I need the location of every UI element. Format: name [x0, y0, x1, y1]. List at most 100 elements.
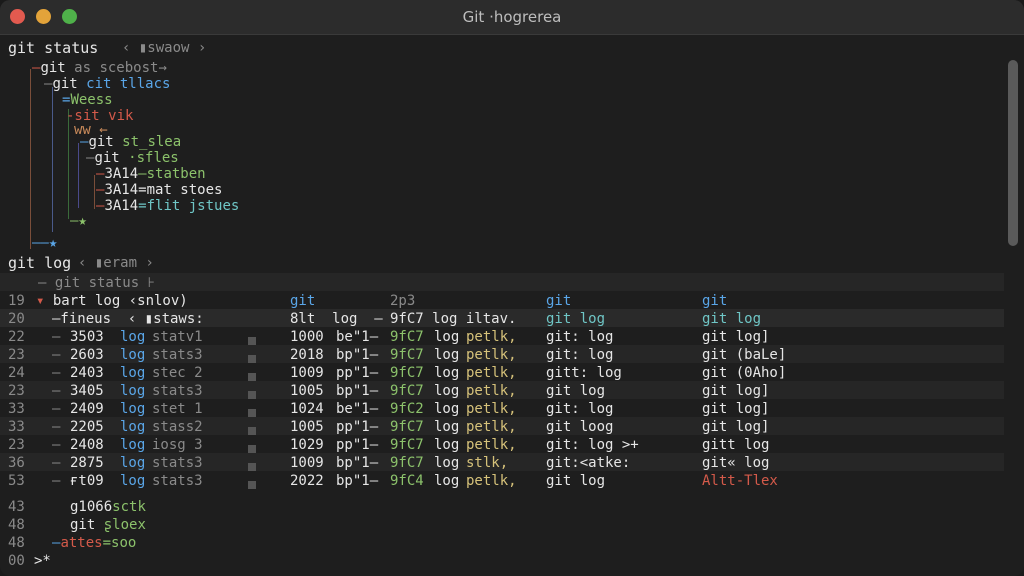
log-cell-t: petlk,: [466, 365, 517, 381]
log-cell-l: log: [434, 401, 460, 417]
log-cell-w: log: [120, 347, 146, 363]
log-cell-g2: git« log: [702, 455, 770, 471]
scrollbar-thumb[interactable]: [1008, 60, 1018, 246]
log-cell-w: log: [120, 455, 146, 471]
log-cell-id: 2205: [70, 419, 104, 435]
tree-line: [78, 143, 79, 208]
log-cell-w: log: [120, 473, 146, 489]
log-cell-g1: git: log: [546, 347, 614, 363]
log-cell-t: stlk,: [466, 455, 509, 471]
log-cell-g1: git loog: [546, 419, 614, 435]
log-cell-num: 33: [8, 419, 25, 435]
prompt-symbol[interactable]: >*: [34, 553, 51, 569]
log-cell-s: stass2: [152, 419, 203, 435]
log-cell-t: petlk,: [466, 473, 517, 489]
log-cell-w: log: [120, 401, 146, 417]
log-cell-op: pp"1–: [336, 437, 379, 453]
log-cell-op: be"1–: [336, 329, 379, 345]
log-cell-g1: git: log: [546, 401, 614, 417]
log-cell-op: be"1–: [336, 401, 379, 417]
status-command: git status: [8, 39, 99, 57]
log-cell-g1: git: log >+: [546, 437, 639, 453]
log-cell-l: log: [434, 383, 460, 399]
row-marker: [248, 351, 256, 367]
log-cell-l: log: [434, 329, 460, 345]
log-cell-l: log: [434, 347, 460, 363]
log-cell-t: petlk,: [466, 347, 517, 363]
log-command: git log: [8, 254, 72, 272]
log-cell-op: bp"1–: [336, 347, 379, 363]
log-cell-id: 3503: [70, 329, 104, 345]
status-tag: ‹ ▮swaow ›: [122, 40, 207, 56]
log-cell-w: log: [120, 365, 146, 381]
log-cell-g1: gitt: log: [546, 365, 622, 381]
log-cell-w: log: [120, 383, 146, 399]
log-cell-s: statv1: [152, 329, 203, 345]
log-cell-s: stats3: [152, 473, 203, 489]
log-cell-s: stet 1: [152, 401, 203, 417]
log-cell-s: stec 2: [152, 365, 203, 381]
log-cell-g2: git log]: [702, 419, 770, 435]
log-cell-l: log: [434, 473, 460, 489]
log-cell-g2: gitt log: [702, 437, 770, 453]
log-cell-n: 1005: [290, 419, 324, 435]
log-cell-g1: git:<atke:: [546, 455, 631, 471]
log-cell-num: 24: [8, 365, 25, 381]
log-cell-id: 2603: [70, 347, 104, 363]
log-cell-h: 9fC4: [390, 473, 424, 489]
terminal-output[interactable]: git status ‹ ▮swaow › —git as scebost→ —…: [0, 35, 1004, 576]
log-cell-n: 1000: [290, 329, 324, 345]
log-cell-id: 2875: [70, 455, 104, 471]
log-cell-n: 2018: [290, 347, 324, 363]
log-cell-num: 36: [8, 455, 25, 471]
log-cell-t: petlk,: [466, 437, 517, 453]
log-cell-n: 1009: [290, 455, 324, 471]
log-cell-t: petlk,: [466, 419, 517, 435]
log-cell-n: 1029: [290, 437, 324, 453]
log-cell-num: 23: [8, 383, 25, 399]
row-marker: [248, 459, 256, 475]
tree-line: [94, 175, 95, 209]
terminal-window: Git ·hogrerea git status ‹ ▮swaow › —git…: [0, 0, 1024, 576]
row-marker: [248, 423, 256, 439]
log-cell-h: 9fC7: [390, 455, 424, 471]
log-cell-n: 1009: [290, 365, 324, 381]
log-cell-w: log: [120, 419, 146, 435]
log-cell-n: 1005: [290, 383, 324, 399]
log-cell-id: 2403: [70, 365, 104, 381]
log-cell-id: ғt09: [70, 473, 104, 489]
log-cell-n: 1024: [290, 401, 324, 417]
log-cell-l: log: [434, 419, 460, 435]
log-subheader: — git status ⊦: [38, 275, 155, 291]
log-cell-s: stats3: [152, 455, 203, 471]
log-cell-num: 22: [8, 329, 25, 345]
log-cell-op: bp"1–: [336, 473, 379, 489]
log-cell-g2: git log]: [702, 329, 770, 345]
log-cell-w: log: [120, 437, 146, 453]
log-cell-l: log: [434, 455, 460, 471]
log-cell-g2: git log]: [702, 401, 770, 417]
log-cell-t: petlk,: [466, 383, 517, 399]
tree-line: [68, 109, 69, 219]
title-bar: Git ·hogrerea: [0, 0, 1024, 35]
log-cell-h: 9fC7: [390, 419, 424, 435]
row-marker: [248, 477, 256, 493]
log-cell-s: stats3: [152, 383, 203, 399]
log-cell-h: 9fC7: [390, 383, 424, 399]
window-title: Git ·hogrerea: [462, 8, 562, 26]
tree-line: [52, 87, 53, 232]
log-cell-h: 9fC7: [390, 347, 424, 363]
log-cell-s: stats3: [152, 347, 203, 363]
log-cell-g2: git (baLe]: [702, 347, 787, 363]
log-cell-g2: git log]: [702, 383, 770, 399]
log-cell-t: petlk,: [466, 329, 517, 345]
log-cell-l: log: [434, 365, 460, 381]
log-cell-num: 23: [8, 437, 25, 453]
log-cell-h: 9fC7: [390, 437, 424, 453]
log-cell-h: 9fC7: [390, 365, 424, 381]
log-cell-g2: git (0Aho]: [702, 365, 787, 381]
log-cell-num: 23: [8, 347, 25, 363]
log-cell-id: 3405: [70, 383, 104, 399]
log-cell-g1: git: log: [546, 329, 614, 345]
log-cell-op: bp"1–: [336, 383, 379, 399]
